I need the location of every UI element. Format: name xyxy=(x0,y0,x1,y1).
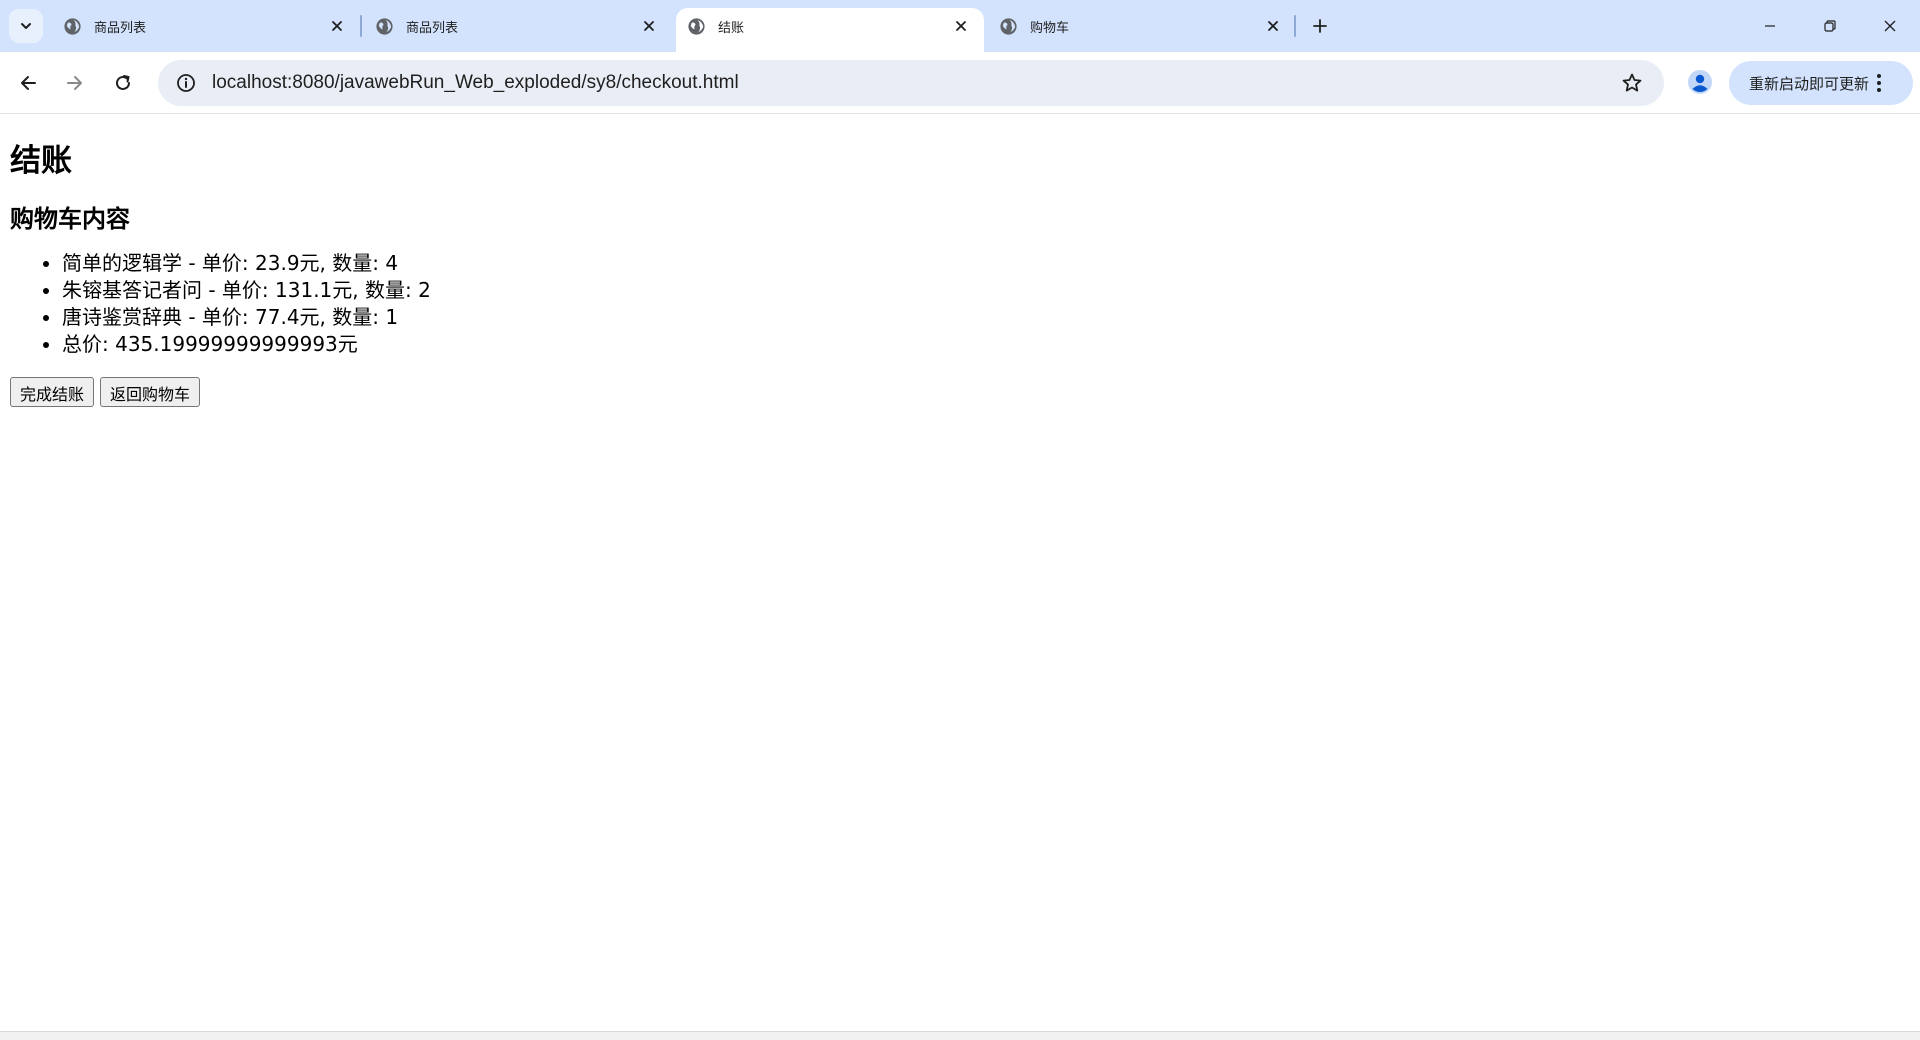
tab-separator xyxy=(360,15,362,37)
restore-button[interactable] xyxy=(1800,0,1860,52)
minimize-icon xyxy=(1765,25,1775,27)
arrow-left-icon xyxy=(21,76,36,90)
tab-title: 购物车 xyxy=(1030,20,1070,36)
tab-title: 商品列表 xyxy=(94,20,147,36)
address-bar[interactable]: localhost:8080/javawebRun_Web_exploded/s… xyxy=(158,60,1664,106)
reload-icon xyxy=(116,75,130,90)
globe-icon xyxy=(688,17,705,35)
chevron-down-icon xyxy=(21,23,31,29)
update-label: 重新启动即可更新 xyxy=(1749,74,1870,93)
tab-cart[interactable]: 购物车 xyxy=(988,8,1296,44)
update-restart-button[interactable]: 重新启动即可更新 xyxy=(1729,61,1913,105)
close-icon xyxy=(1884,20,1896,32)
new-tab-button[interactable] xyxy=(1306,12,1334,40)
globe-icon xyxy=(1000,17,1017,35)
tab-title: 商品列表 xyxy=(406,20,459,36)
close-icon[interactable] xyxy=(326,15,348,37)
cart-heading: 购物车内容 xyxy=(10,205,130,233)
reload-button[interactable] xyxy=(106,66,140,100)
forward-button[interactable] xyxy=(58,66,92,100)
more-vert-icon xyxy=(1877,74,1882,92)
taskbar-edge xyxy=(0,1031,1920,1040)
globe-icon xyxy=(376,17,393,35)
info-icon[interactable] xyxy=(166,60,206,106)
cart-list: 简单的逻辑学 - 单价: 23.9元, 数量: 4 朱镕基答记者问 - 单价: … xyxy=(10,250,1910,358)
back-button[interactable] xyxy=(11,66,45,100)
total-price: 总价: 435.19999999999993元 xyxy=(62,331,1910,358)
action-buttons: 完成结账 返回购物车 xyxy=(10,377,1910,407)
list-item: 朱镕基答记者问 - 单价: 131.1元, 数量: 2 xyxy=(62,277,1910,304)
tab-product-list-2[interactable]: 商品列表 xyxy=(364,8,672,44)
tab-strip: 商品列表 商品列表 结账 购物车 xyxy=(0,0,1920,52)
close-icon[interactable] xyxy=(950,15,972,37)
profile-button[interactable] xyxy=(1683,65,1717,99)
restore-icon xyxy=(1824,20,1836,32)
list-item: 简单的逻辑学 - 单价: 23.9元, 数量: 4 xyxy=(62,250,1910,277)
back-to-cart-button[interactable]: 返回购物车 xyxy=(100,377,201,407)
close-icon[interactable] xyxy=(1262,15,1284,37)
arrow-right-icon xyxy=(67,76,82,90)
page-title: 结账 xyxy=(10,143,72,179)
complete-checkout-button[interactable]: 完成结账 xyxy=(10,377,95,407)
close-window-button[interactable] xyxy=(1860,0,1920,52)
page-content: 结账 购物车内容 简单的逻辑学 - 单价: 23.9元, 数量: 4 朱镕基答记… xyxy=(0,115,1920,1031)
tab-product-list-1[interactable]: 商品列表 xyxy=(52,8,360,44)
bookmark-star-icon[interactable] xyxy=(1612,63,1652,103)
avatar-icon xyxy=(1688,70,1712,94)
plus-icon xyxy=(1313,19,1327,33)
browser-toolbar: localhost:8080/javawebRun_Web_exploded/s… xyxy=(0,52,1920,114)
url-text[interactable]: localhost:8080/javawebRun_Web_exploded/s… xyxy=(212,72,1612,94)
tab-search-button[interactable] xyxy=(9,9,43,43)
globe-icon xyxy=(64,17,81,35)
minimize-button[interactable] xyxy=(1740,0,1800,52)
close-icon[interactable] xyxy=(638,15,660,37)
tab-checkout[interactable]: 结账 xyxy=(676,8,984,52)
tab-separator xyxy=(1294,15,1296,37)
list-item: 唐诗鉴赏辞典 - 单价: 77.4元, 数量: 1 xyxy=(62,304,1910,331)
tab-title: 结账 xyxy=(718,20,745,36)
